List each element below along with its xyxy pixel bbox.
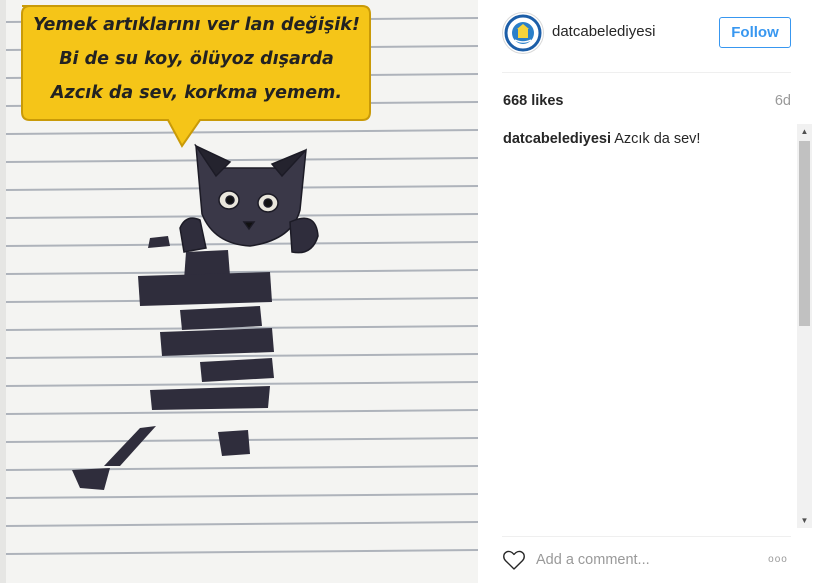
bubble-line-2: Bi de su koy, ölüyoz dışarda bbox=[59, 49, 334, 69]
bubble-line-3: Azcık da sev, korkma yemem. bbox=[51, 83, 342, 103]
comments-scrollbar[interactable]: ▲ ▼ bbox=[797, 124, 812, 528]
triangle-up-icon[interactable]: ▲ bbox=[797, 124, 812, 139]
caption-text: Azcık da sev! bbox=[614, 131, 701, 147]
username[interactable]: datcabelediyesi bbox=[552, 23, 655, 40]
avatar[interactable] bbox=[502, 12, 544, 54]
more-options-button[interactable]: ooo bbox=[763, 552, 793, 568]
municipality-logo-icon bbox=[504, 14, 542, 52]
post-header: datcabelediyesi Follow bbox=[478, 0, 816, 72]
caption-username[interactable]: datcabelediyesi bbox=[503, 131, 611, 147]
post-sidebar: datcabelediyesi Follow 668 likes 6d datc… bbox=[478, 0, 816, 583]
footer-divider bbox=[502, 536, 791, 537]
scrollbar-thumb[interactable] bbox=[799, 141, 810, 326]
caption: datcabelediyesi Azcık da sev! bbox=[503, 131, 700, 147]
triangle-down-icon[interactable]: ▼ bbox=[797, 513, 812, 528]
speech-bubble-text: Yemek artıklarını ver lan değişik! Bi de… bbox=[24, 8, 369, 110]
add-comment-input[interactable] bbox=[536, 549, 716, 571]
follow-button[interactable]: Follow bbox=[719, 17, 791, 48]
likes-count[interactable]: 668 likes bbox=[503, 93, 563, 109]
header-divider bbox=[502, 72, 791, 73]
bubble-line-1: Yemek artıklarını ver lan değişik! bbox=[33, 15, 360, 35]
post-photo[interactable]: Yemek artıklarını ver lan değişik! Bi de… bbox=[0, 0, 478, 583]
post-time[interactable]: 6d bbox=[775, 93, 791, 109]
heart-outline-icon[interactable] bbox=[502, 548, 526, 572]
